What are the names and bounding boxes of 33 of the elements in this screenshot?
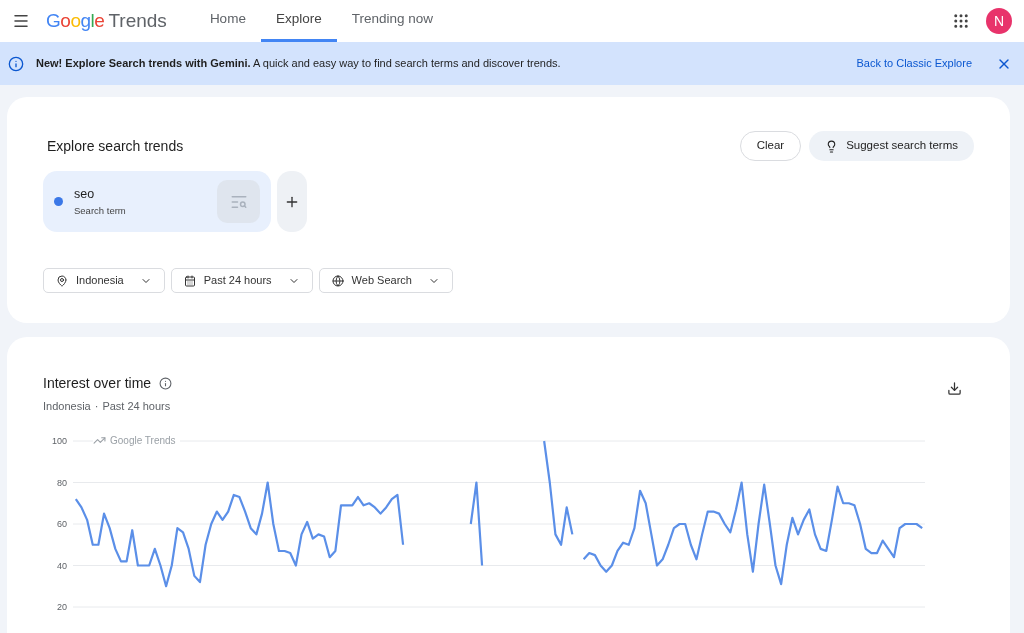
calendar-icon — [183, 274, 196, 287]
section-title: Interest over time — [43, 374, 152, 393]
chart-subtitle: Indonesia — [43, 399, 91, 414]
download-icon[interactable] — [947, 381, 962, 396]
term-name: seo — [74, 186, 96, 203]
filter-dropdown[interactable]: Past 24 hours — [170, 268, 313, 293]
info-icon[interactable] — [159, 377, 173, 390]
banner-message: New! Explore Search trends with Gemini. A quick and easy way to find search terms and discover trends. — [36, 56, 561, 72]
info-icon — [8, 55, 24, 72]
axis-label: 20 — [57, 601, 67, 611]
nav-tab[interactable]: Trending now — [336, 0, 448, 42]
logo[interactable]: Google Trends — [46, 6, 167, 36]
menu-icon[interactable] — [12, 12, 30, 30]
avatar[interactable]: N — [986, 8, 1012, 34]
chart-subtitle: Past 24 hours — [102, 399, 171, 414]
filter-dropdown[interactable]: Web Search — [318, 268, 453, 293]
chart-brand: Google Trends — [110, 433, 176, 448]
suggest-button[interactable]: Suggest search terms — [809, 131, 974, 161]
axis-label: 60 — [57, 518, 67, 529]
location-pin-icon — [56, 274, 68, 287]
term-type: Search term — [74, 203, 126, 218]
axis-label: 80 — [57, 477, 67, 487]
axis-label: 100 — [51, 435, 67, 446]
axis-label: 40 — [57, 560, 67, 570]
separator-dot: · — [94, 399, 99, 414]
nav-tab[interactable]: Home — [194, 0, 261, 42]
filter-dropdown[interactable]: Indonesia — [43, 268, 165, 293]
apps-icon[interactable] — [952, 12, 970, 30]
globe-icon — [331, 274, 344, 287]
search-term-chip[interactable]: seo Search term — [43, 171, 271, 232]
section-title: Explore search trends — [47, 136, 184, 156]
clear-button[interactable]: Clear — [739, 131, 802, 161]
classic-explore-link[interactable]: Back to Classic Explore — [856, 55, 972, 72]
